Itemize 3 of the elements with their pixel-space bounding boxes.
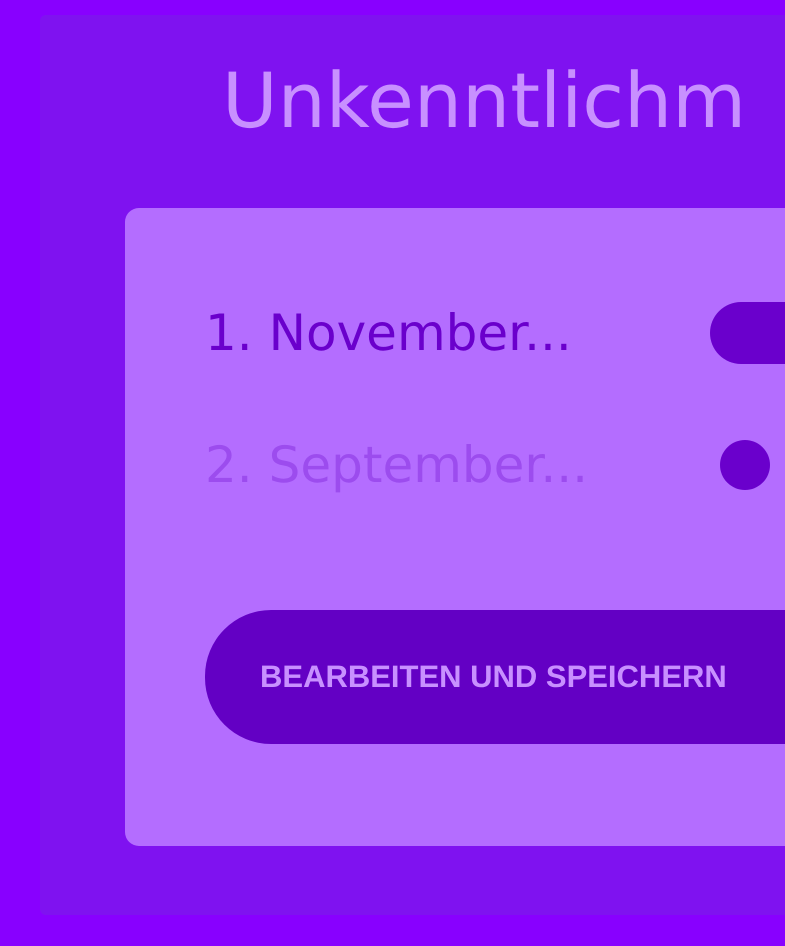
list-item[interactable]: 1. November...: [205, 304, 710, 362]
save-button[interactable]: BEARBEITEN UND SPEICHERN: [205, 610, 785, 744]
page-title: Unkenntlichm: [222, 55, 748, 146]
